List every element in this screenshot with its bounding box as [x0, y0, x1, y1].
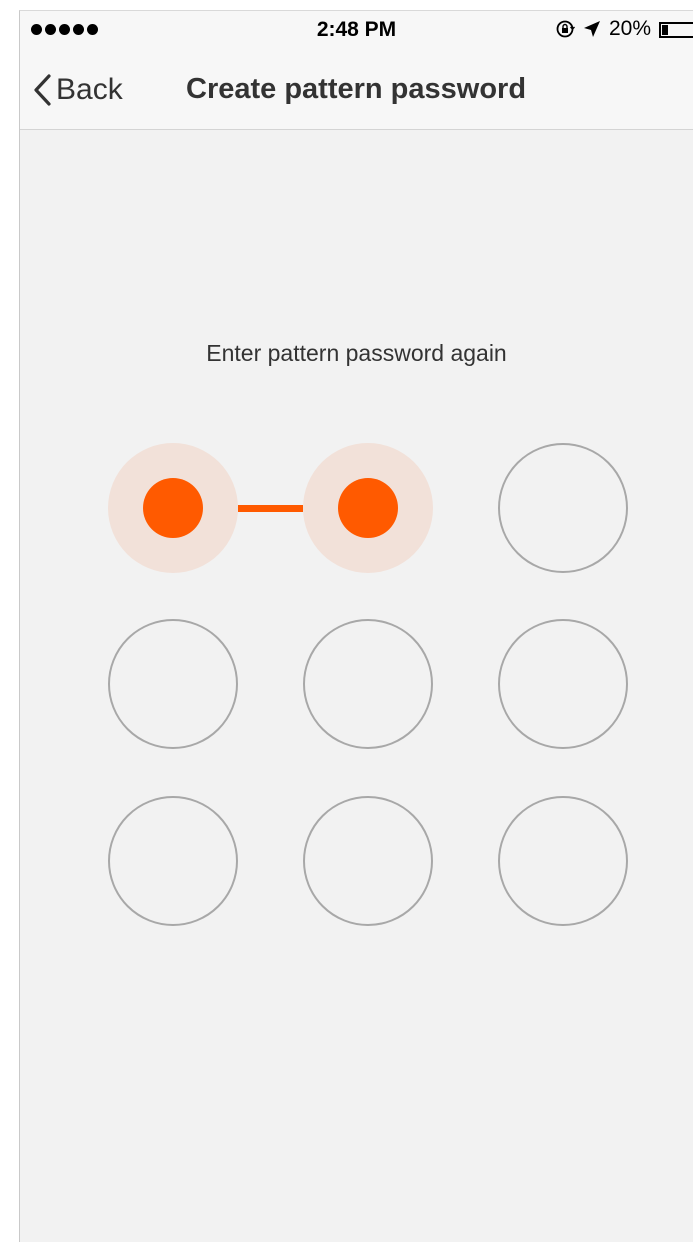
phone-screen: 2:48 PM 20% Back Create pattern password…: [19, 10, 693, 1242]
pattern-node-6[interactable]: [498, 619, 628, 749]
pattern-node-2[interactable]: [303, 443, 433, 573]
pattern-connector: [238, 505, 303, 512]
pattern-node-8[interactable]: [303, 796, 433, 926]
pattern-node-3[interactable]: [498, 443, 628, 573]
pattern-node-1[interactable]: [108, 443, 238, 573]
pattern-node-dot: [338, 478, 398, 538]
pattern-node-4[interactable]: [108, 619, 238, 749]
pattern-node-dot: [143, 478, 203, 538]
pattern-grid[interactable]: [20, 11, 693, 1242]
pattern-node-9[interactable]: [498, 796, 628, 926]
pattern-node-5[interactable]: [303, 619, 433, 749]
pattern-node-7[interactable]: [108, 796, 238, 926]
